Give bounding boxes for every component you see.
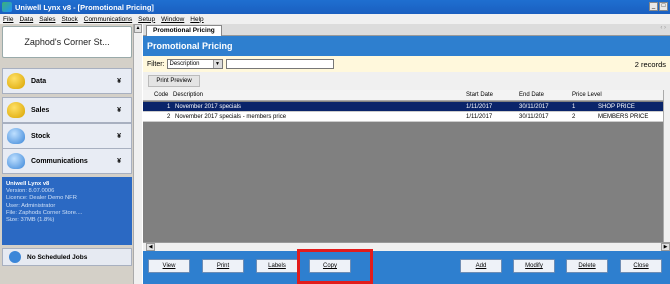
sidebar-item-communications[interactable]: Communications ¥: [2, 148, 132, 174]
menu-file[interactable]: File: [3, 16, 13, 23]
jobs-label: No Scheduled Jobs: [27, 253, 88, 261]
column-header-end-date[interactable]: End Date: [519, 92, 544, 98]
filter-field-value: Description: [169, 61, 200, 67]
chevron-down-icon[interactable]: ▼: [212, 60, 222, 68]
column-header-price-level[interactable]: Price Level: [572, 92, 602, 98]
cell-end-date: 30/11/2017: [519, 103, 549, 110]
chevron-down-icon: ¥: [117, 132, 121, 140]
record-count: 2 records: [634, 59, 666, 69]
add-button[interactable]: Add: [460, 259, 502, 273]
menu-stock[interactable]: Stock: [61, 16, 77, 23]
scroll-left-icon[interactable]: ◀: [146, 243, 155, 251]
filter-input[interactable]: [225, 59, 334, 69]
cell-level-name: SHOP PRICE: [598, 103, 635, 110]
sidebar-item-label: Data: [31, 77, 47, 85]
chevron-down-icon: ¥: [117, 77, 121, 85]
cell-start-date: 1/11/2017: [466, 113, 493, 120]
licence-text: Licence: Dealer Demo NFR: [6, 195, 77, 202]
sidebar-item-label: Communications: [31, 157, 88, 165]
column-header-code[interactable]: Code: [154, 92, 168, 98]
sidebar-scrollbar[interactable]: ▲: [133, 24, 142, 284]
close-button[interactable]: Close: [620, 259, 662, 273]
window-title: Uniwell Lynx v8 - [Promotional Pricing]: [15, 2, 154, 12]
menu-bar: File Data Sales Stock Communications Set…: [0, 14, 670, 24]
table-row[interactable]: 1 November 2017 specials 1/11/2017 30/11…: [143, 102, 663, 112]
filter-bar: Filter: Description ▼ 2 records: [143, 56, 670, 72]
grid-vertical-scrollbar[interactable]: [663, 90, 670, 242]
view-button[interactable]: View: [148, 259, 190, 273]
file-text: File: Zaphods Corner Store....: [6, 209, 83, 216]
print-bar: Print Preview: [143, 72, 670, 90]
cell-start-date: 1/11/2017: [466, 103, 493, 110]
grid-header: Code Description Start Date End Date Pri…: [143, 90, 663, 101]
sidebar-item-label: Sales: [31, 106, 50, 114]
minimize-button[interactable]: _: [649, 2, 658, 11]
tab-strip: Promotional Pricing ‹ ›: [143, 24, 670, 36]
cell-code: 2: [167, 113, 171, 120]
app-icon: [2, 2, 12, 12]
sidebar-item-stock[interactable]: Stock ¥: [2, 123, 132, 149]
user-text: User: Administrator: [6, 202, 56, 209]
menu-communications[interactable]: Communications: [84, 16, 132, 23]
maximize-button[interactable]: □: [659, 2, 668, 11]
cell-code: 1: [167, 103, 171, 110]
cell-level-number: 2: [572, 113, 576, 120]
modify-button[interactable]: Modify: [513, 259, 555, 273]
filter-label: Filter:: [147, 60, 165, 68]
cell-end-date: 30/11/2017: [519, 113, 549, 120]
scheduled-jobs[interactable]: No Scheduled Jobs: [2, 248, 132, 266]
column-header-description[interactable]: Description: [173, 92, 203, 98]
stock-icon: [7, 128, 25, 144]
communications-icon: [7, 153, 25, 169]
scroll-up-icon[interactable]: ▲: [134, 24, 142, 33]
size-text: Size: 37MB (1.8%): [6, 217, 55, 224]
print-preview-button[interactable]: Print Preview: [148, 75, 200, 87]
action-bar: View Print Labels Copy Add Modify Delete…: [143, 251, 670, 284]
product-name: Uniwell Lynx v8: [6, 181, 50, 187]
menu-data[interactable]: Data: [19, 16, 33, 23]
sales-icon: [7, 102, 25, 118]
database-icon: [7, 73, 25, 89]
scroll-right-icon[interactable]: ▶: [661, 243, 670, 251]
grid-horizontal-scrollbar[interactable]: ◀ ▶: [143, 242, 670, 251]
main-panel: Promotional Pricing ‹ › Promotional Pric…: [143, 24, 670, 284]
cell-level-name: MEMBERS PRICE: [598, 113, 649, 120]
menu-setup[interactable]: Setup: [138, 16, 155, 23]
title-bar: Uniwell Lynx v8 - [Promotional Pricing] …: [0, 0, 670, 14]
column-header-start-date[interactable]: Start Date: [466, 92, 493, 98]
cell-description: November 2017 specials: [175, 103, 242, 110]
sidebar-item-sales[interactable]: Sales ¥: [2, 97, 132, 123]
page-title: Promotional Pricing: [143, 36, 670, 56]
copy-button[interactable]: Copy: [309, 259, 351, 273]
sidebar-item-data[interactable]: Data ¥: [2, 68, 132, 94]
chevron-down-icon: ¥: [117, 157, 121, 165]
data-grid: Code Description Start Date End Date Pri…: [143, 90, 663, 242]
store-name[interactable]: Zaphod's Corner St...: [2, 26, 132, 58]
cell-level-number: 1: [572, 103, 576, 110]
labels-button[interactable]: Labels: [256, 259, 298, 273]
delete-button[interactable]: Delete: [566, 259, 608, 273]
info-panel: Uniwell Lynx v8 Version: 8.07.0006 Licen…: [2, 177, 132, 245]
menu-help[interactable]: Help: [190, 16, 203, 23]
menu-sales[interactable]: Sales: [39, 16, 55, 23]
table-row[interactable]: 2 November 2017 specials - members price…: [143, 112, 663, 122]
menu-window[interactable]: Window: [161, 16, 184, 23]
version-text: Version: 8.07.0006: [6, 188, 55, 195]
chevron-down-icon: ¥: [117, 106, 121, 114]
clock-icon: [9, 251, 21, 263]
filter-field-select[interactable]: Description ▼: [166, 59, 223, 69]
tab-nav-icon[interactable]: ‹ ›: [660, 25, 666, 31]
sidebar-item-label: Stock: [31, 132, 51, 140]
cell-description: November 2017 specials - members price: [175, 113, 287, 120]
tab-promotional-pricing[interactable]: Promotional Pricing: [146, 25, 222, 36]
print-button[interactable]: Print: [202, 259, 244, 273]
